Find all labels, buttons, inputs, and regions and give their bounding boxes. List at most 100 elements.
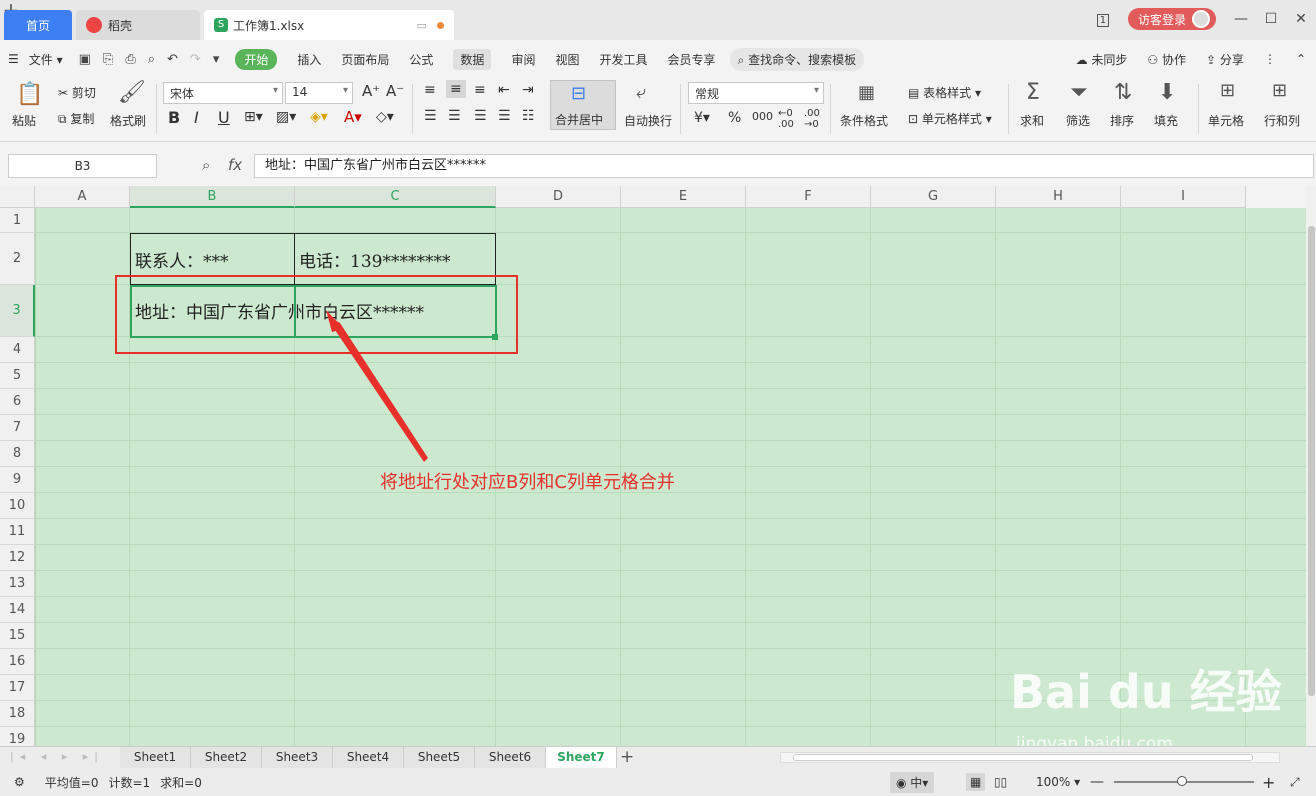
page-count-icon[interactable]: 1 <box>1088 11 1118 27</box>
redo-icon[interactable]: ↷ <box>190 52 201 67</box>
share-button[interactable]: ⇪ 分享 <box>1206 51 1244 68</box>
unsaved-dot-icon[interactable] <box>437 21 444 29</box>
font-name-select[interactable]: 宋体 <box>163 82 283 104</box>
sync-status[interactable]: ☁ 未同步 <box>1076 51 1128 68</box>
format-painter-button[interactable]: 格式刷 <box>110 112 146 129</box>
align-right-icon[interactable]: ☰ <box>474 108 487 124</box>
menu-page-layout[interactable]: 页面布局 <box>341 51 389 68</box>
tab-workbook[interactable]: S 工作簿1.xlsx ▭ <box>204 10 454 40</box>
guest-login-button[interactable]: 访客登录 <box>1127 8 1216 30</box>
paste-button[interactable]: 粘贴 <box>12 112 36 129</box>
macro-icon[interactable]: ⚙ <box>14 775 25 789</box>
zoom-formula-icon[interactable]: ⌕ <box>202 156 210 174</box>
conditional-format-icon[interactable]: ▦ <box>858 82 875 103</box>
wrap-icon[interactable]: ⤶ <box>636 82 646 103</box>
print-icon[interactable]: ⎙ <box>125 52 135 67</box>
align-middle-icon[interactable]: ≡ <box>446 80 466 98</box>
hamburger-menu-icon[interactable]: ☰ <box>8 52 19 66</box>
menu-insert[interactable]: 插入 <box>297 51 321 68</box>
sort-icon[interactable]: ⇅ <box>1114 80 1132 105</box>
save-icon[interactable]: ▣ <box>79 52 91 67</box>
merge-center-button[interactable]: ⊟ 合并居中 <box>550 80 616 130</box>
sum-icon[interactable]: Σ <box>1026 80 1040 105</box>
cut-button[interactable]: ✂ 剪切 <box>58 84 96 101</box>
export-icon[interactable]: ⎘ <box>103 52 113 67</box>
tab-daoke[interactable]: 稻壳 <box>76 10 200 40</box>
sheet-tab-sheet7[interactable]: Sheet7 <box>546 747 617 769</box>
zoom-slider-knob[interactable] <box>1177 776 1187 786</box>
cell-style-button[interactable]: ⊡ 单元格样式 ▾ <box>908 110 992 127</box>
clear-icon[interactable]: ◇▾ <box>376 109 394 125</box>
quick-access-more-icon[interactable]: ▾ <box>213 52 220 67</box>
menu-developer[interactable]: 开发工具 <box>599 51 647 68</box>
fill-color-icon[interactable]: ◈▾ <box>310 109 328 125</box>
vertical-scroll-thumb[interactable] <box>1308 226 1315 696</box>
zoom-out-icon[interactable]: — <box>1090 774 1104 790</box>
menu-home[interactable]: 开始 <box>235 48 278 70</box>
align-bottom-icon[interactable]: ≡ <box>474 82 486 98</box>
preview-icon[interactable]: ⌕ <box>148 52 155 67</box>
font-color-icon[interactable]: A▾ <box>344 108 362 126</box>
sheet-tab-sheet1[interactable]: Sheet1 <box>120 747 191 769</box>
conditional-format-button[interactable]: 条件格式 <box>840 112 888 129</box>
formula-input[interactable]: 地址：中国广东省广州市白云区****** <box>254 154 1314 178</box>
menu-file[interactable]: 文件 ▾ <box>29 51 63 68</box>
page-view-icon[interactable]: ▯▯ <box>994 775 1007 789</box>
name-box[interactable]: B3 <box>8 154 157 178</box>
rows-cols-button[interactable]: 行和列 <box>1264 112 1300 129</box>
menu-member[interactable]: 会员专享 <box>667 51 715 68</box>
tab-home[interactable]: 首页 <box>4 10 72 40</box>
horizontal-scrollbar[interactable] <box>780 752 1280 763</box>
horizontal-scroll-thumb[interactable] <box>793 754 1253 761</box>
sheet-tab-sheet6[interactable]: Sheet6 <box>475 747 546 769</box>
copy-button[interactable]: ⧉ 复制 <box>58 110 94 127</box>
currency-icon[interactable]: ¥▾ <box>694 110 710 126</box>
align-top-icon[interactable]: ≡ <box>424 82 436 98</box>
zoom-level[interactable]: 100% ▾ <box>1036 775 1080 789</box>
zoom-in-icon[interactable]: + <box>1262 773 1275 792</box>
format-painter-icon[interactable]: 🖌 <box>118 80 146 105</box>
command-search[interactable]: ⌕ 查找命令、搜索模板 <box>729 47 865 71</box>
thousands-icon[interactable]: 000 <box>752 110 773 123</box>
paste-icon[interactable]: 📋 <box>16 82 43 107</box>
cells-icon[interactable]: ⊞ <box>1220 80 1235 101</box>
rows-cols-icon[interactable]: ⊞ <box>1272 80 1287 101</box>
italic-icon[interactable]: I <box>194 108 199 127</box>
wrap-text-button[interactable]: 自动换行 <box>624 112 672 129</box>
number-format-select[interactable]: 常规 <box>688 82 824 104</box>
fill-button[interactable]: 填充 <box>1154 112 1178 129</box>
filter-button[interactable]: 筛选 <box>1066 112 1090 129</box>
collaborate-button[interactable]: ⚇ 协作 <box>1147 51 1186 68</box>
border-icon[interactable]: ⊞▾ <box>244 109 263 125</box>
align-left-icon[interactable]: ☰ <box>424 108 437 124</box>
distribute-icon[interactable]: ☷ <box>522 108 535 124</box>
normal-view-icon[interactable]: ▦ <box>966 773 986 791</box>
undo-icon[interactable]: ↶ <box>167 52 178 67</box>
cells-button[interactable]: 单元格 <box>1208 112 1244 129</box>
sort-button[interactable]: 排序 <box>1110 112 1134 129</box>
eye-protection-icon[interactable]: ◉ 中▾ <box>890 771 935 793</box>
align-center-icon[interactable]: ☰ <box>448 108 461 124</box>
menu-formulas[interactable]: 公式 <box>409 51 433 68</box>
fx-icon[interactable]: fx <box>228 156 242 174</box>
maximize-icon[interactable]: ☐ <box>1256 11 1286 27</box>
add-sheet-icon[interactable]: + <box>620 747 634 767</box>
sheet-nav-arrows-icon[interactable]: |◂ ◂ ▸ ▸| <box>10 750 104 763</box>
percent-icon[interactable]: % <box>728 110 741 126</box>
menu-view[interactable]: 视图 <box>555 51 579 68</box>
monitor-icon[interactable]: ▭ <box>417 19 427 32</box>
increase-decimal-icon[interactable]: ←0.00 <box>778 108 794 130</box>
decrease-decimal-icon[interactable]: .00 →0 <box>804 108 820 130</box>
more-icon[interactable]: ⋮ <box>1264 52 1276 66</box>
justify-icon[interactable]: ☰ <box>498 108 511 124</box>
minimize-icon[interactable]: — <box>1226 11 1256 27</box>
sheet-tab-sheet5[interactable]: Sheet5 <box>404 747 475 769</box>
menu-data[interactable]: 数据 <box>453 48 492 70</box>
sheet-tab-sheet4[interactable]: Sheet4 <box>333 747 404 769</box>
fullscreen-icon[interactable]: ⤢ <box>1290 775 1300 790</box>
sum-button[interactable]: 求和 <box>1020 112 1044 129</box>
underline-icon[interactable]: U <box>218 108 230 127</box>
font-size-select[interactable]: 14 <box>285 82 353 104</box>
menu-review[interactable]: 审阅 <box>511 51 535 68</box>
sheet-tab-sheet2[interactable]: Sheet2 <box>191 747 262 769</box>
